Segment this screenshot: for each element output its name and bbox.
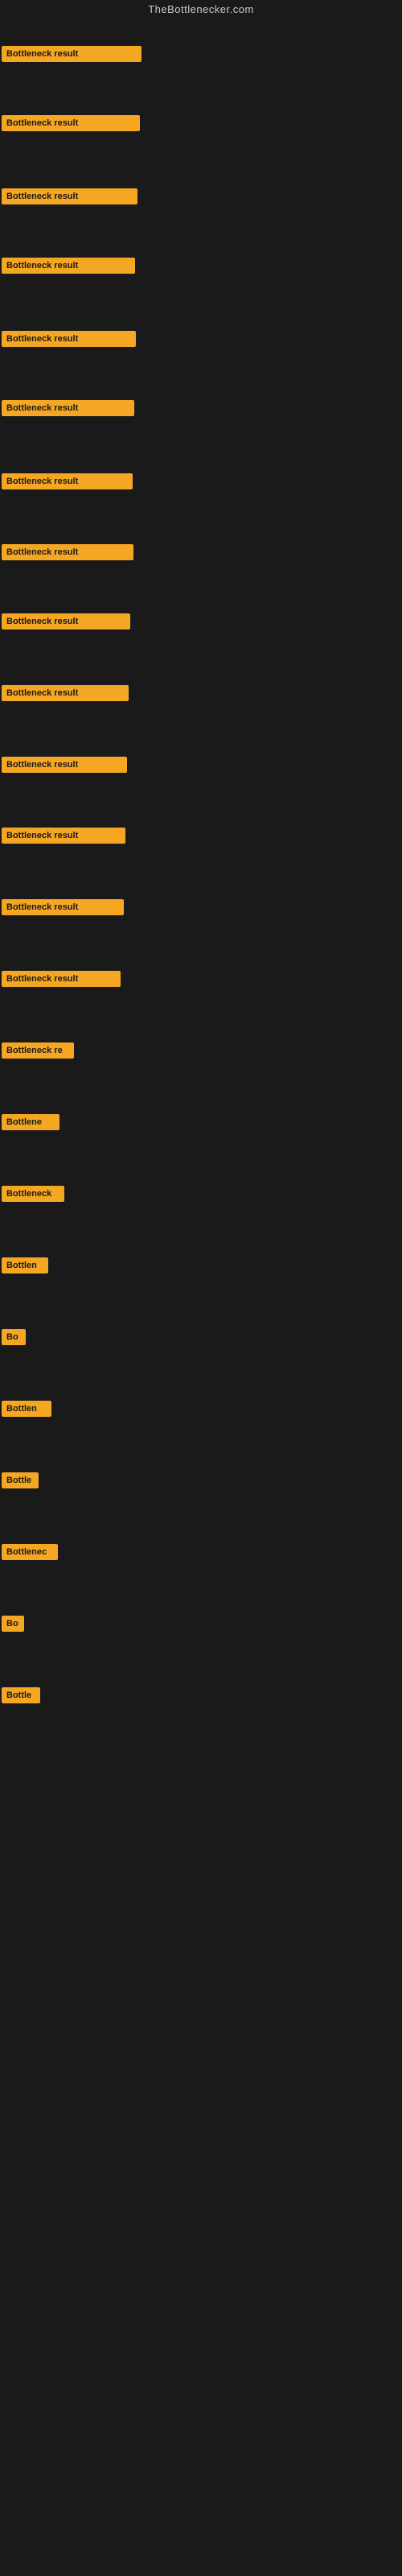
bottleneck-badge-16[interactable]: Bottlene <box>2 1114 59 1130</box>
bottleneck-badge-8[interactable]: Bottleneck result <box>2 544 133 560</box>
bottleneck-badge-6[interactable]: Bottleneck result <box>2 400 134 416</box>
bottleneck-badge-2[interactable]: Bottleneck result <box>2 115 140 131</box>
bottleneck-badge-14[interactable]: Bottleneck result <box>2 971 121 987</box>
bottleneck-badge-19[interactable]: Bo <box>2 1329 26 1345</box>
bottleneck-badge-4[interactable]: Bottleneck result <box>2 258 135 274</box>
bottleneck-badge-24[interactable]: Bottle <box>2 1687 40 1703</box>
bottleneck-badge-10[interactable]: Bottleneck result <box>2 685 129 701</box>
bottleneck-badge-13[interactable]: Bottleneck result <box>2 899 124 915</box>
bottleneck-badge-11[interactable]: Bottleneck result <box>2 757 127 773</box>
bottleneck-badge-18[interactable]: Bottlen <box>2 1257 48 1274</box>
bottleneck-badge-1[interactable]: Bottleneck result <box>2 46 142 62</box>
bottleneck-badge-20[interactable]: Bottlen <box>2 1401 51 1417</box>
bottleneck-badge-15[interactable]: Bottleneck re <box>2 1042 74 1059</box>
bottleneck-badge-23[interactable]: Bo <box>2 1616 24 1632</box>
bottleneck-badge-3[interactable]: Bottleneck result <box>2 188 137 204</box>
bottleneck-badge-17[interactable]: Bottleneck <box>2 1186 64 1202</box>
bottleneck-badge-9[interactable]: Bottleneck result <box>2 613 130 630</box>
bottleneck-badge-7[interactable]: Bottleneck result <box>2 473 133 489</box>
bottleneck-badge-21[interactable]: Bottle <box>2 1472 39 1488</box>
bottleneck-badge-12[interactable]: Bottleneck result <box>2 828 125 844</box>
bottleneck-badge-5[interactable]: Bottleneck result <box>2 331 136 347</box>
bottleneck-badge-22[interactable]: Bottlenec <box>2 1544 58 1560</box>
site-title: TheBottlenecker.com <box>0 0 402 19</box>
